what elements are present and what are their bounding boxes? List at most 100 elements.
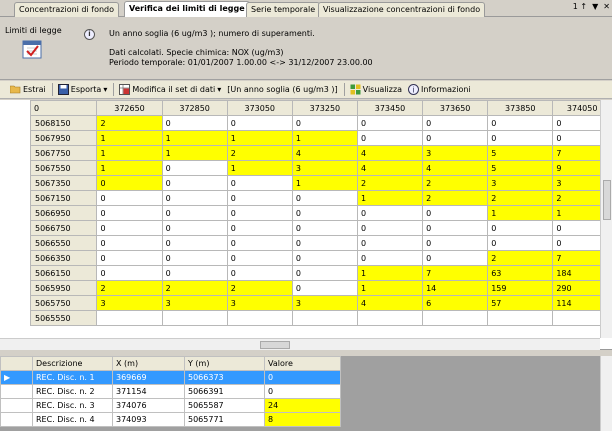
receptor-row[interactable]: ▶ REC. Disc. n. 1 369669 5066373 0: [0, 370, 341, 385]
grid-cell[interactable]: 0: [291, 280, 358, 296]
receptor-cell-x[interactable]: 369669: [112, 370, 185, 385]
esporta-button[interactable]: Esporta ▾: [57, 84, 107, 95]
receptor-cell-val[interactable]: 8: [264, 412, 341, 427]
tab-visualizzazione[interactable]: Visualizzazione concentrazioni di fondo: [318, 2, 486, 17]
grid-cell[interactable]: 0: [291, 250, 358, 266]
receptors-column-header[interactable]: X (m): [112, 356, 185, 371]
grid-cell[interactable]: 2: [356, 175, 424, 191]
grid-cell[interactable]: 0: [96, 235, 163, 251]
grid-row-header[interactable]: 5066950: [29, 205, 98, 221]
grid-cell[interactable]: 1: [291, 130, 358, 146]
grid-horizontal-scrollbar[interactable]: [0, 338, 600, 350]
grid-row-header[interactable]: 5066750: [29, 220, 98, 236]
grid-cell[interactable]: 0: [161, 205, 228, 221]
grid-cell[interactable]: 3: [291, 295, 358, 311]
grid-cell[interactable]: 0: [161, 175, 228, 191]
grid-cell[interactable]: 1: [226, 130, 293, 146]
grid-cell[interactable]: 0: [291, 265, 358, 281]
grid-cell[interactable]: 3: [161, 295, 228, 311]
grid-cell[interactable]: 3: [96, 295, 163, 311]
grid-cell[interactable]: 0: [161, 220, 228, 236]
grid-row-header[interactable]: 5066150: [29, 265, 98, 281]
tab-concentrazioni-di-fondo[interactable]: Concentrazioni di fondo: [14, 2, 120, 17]
grid-cell[interactable]: 4: [422, 160, 489, 176]
grid-cell[interactable]: 3: [291, 160, 358, 176]
grid-cell[interactable]: 0: [96, 205, 163, 221]
grid-cell[interactable]: 0: [226, 175, 293, 191]
grid-cell[interactable]: [161, 310, 228, 326]
grid-cell[interactable]: 0: [291, 190, 358, 206]
receptor-cell-desc[interactable]: REC. Disc. n. 4: [32, 412, 113, 427]
grid-cell[interactable]: 0: [356, 130, 424, 146]
grid-cell[interactable]: 0: [422, 250, 489, 266]
grid-column-header[interactable]: 373250: [291, 100, 358, 116]
grid-cell[interactable]: 0: [226, 235, 293, 251]
grid-row-header[interactable]: 5067350: [29, 175, 98, 191]
grid-cell[interactable]: 1: [96, 130, 163, 146]
row-indicator[interactable]: ▶: [0, 370, 33, 385]
grid-cell[interactable]: 0: [96, 175, 163, 191]
grid-row-header[interactable]: 5067550: [29, 160, 98, 176]
grid-cell[interactable]: 4: [356, 160, 424, 176]
dropdown-icon[interactable]: ▼: [592, 2, 598, 11]
grid-cell[interactable]: 14: [422, 280, 489, 296]
grid-row-header[interactable]: 5067750: [29, 145, 98, 161]
grid-cell[interactable]: 0: [356, 205, 424, 221]
grid-cell[interactable]: 2: [422, 190, 489, 206]
row-indicator[interactable]: [0, 384, 33, 399]
grid-cell[interactable]: 2: [226, 145, 293, 161]
tab-verifica-limiti[interactable]: Verifica dei limiti di legge: [124, 1, 250, 17]
visualizza-button[interactable]: Visualizza: [350, 84, 402, 95]
grid-cell[interactable]: 1: [356, 190, 424, 206]
receptor-cell-x[interactable]: 374076: [112, 398, 185, 413]
grid-cell[interactable]: 4: [356, 145, 424, 161]
grid-column-header[interactable]: 372850: [161, 100, 228, 116]
grid-cell[interactable]: 0: [96, 220, 163, 236]
grid-cell[interactable]: 2: [96, 115, 163, 131]
grid-row-header[interactable]: 5066550: [29, 235, 98, 251]
grid-cell[interactable]: 1: [226, 160, 293, 176]
grid-cell[interactable]: 0: [161, 115, 228, 131]
grid-cell[interactable]: 0: [487, 115, 554, 131]
grid-cell[interactable]: 0: [291, 205, 358, 221]
receptor-cell-desc[interactable]: REC. Disc. n. 2: [32, 384, 113, 399]
grid-cell[interactable]: [226, 310, 293, 326]
grid-cell[interactable]: 1: [487, 205, 554, 221]
close-icon[interactable]: ✕: [603, 2, 610, 11]
grid-cell[interactable]: 0: [422, 235, 489, 251]
grid-cell[interactable]: 1: [96, 145, 163, 161]
grid-cell[interactable]: 0: [487, 130, 554, 146]
grid-cell[interactable]: 0: [96, 190, 163, 206]
grid-cell[interactable]: [291, 310, 358, 326]
grid-row-header[interactable]: 5065950: [29, 280, 98, 296]
grid-cell[interactable]: 0: [291, 115, 358, 131]
informazioni-button[interactable]: i Informazioni: [408, 84, 471, 95]
grid-cell[interactable]: 2: [96, 280, 163, 296]
grid-cell[interactable]: 1: [291, 175, 358, 191]
grid-column-header[interactable]: 373450: [356, 100, 424, 116]
grid-column-header[interactable]: 373850: [487, 100, 554, 116]
grid-cell[interactable]: 0: [487, 235, 554, 251]
grid-cell[interactable]: 1: [161, 145, 228, 161]
grid-cell[interactable]: 0: [226, 265, 293, 281]
receptor-cell-y[interactable]: 5065771: [184, 412, 265, 427]
grid-cell[interactable]: 5: [487, 160, 554, 176]
tab-serie-temporale[interactable]: Serie temporale: [246, 2, 321, 17]
receptor-cell-x[interactable]: 374093: [112, 412, 185, 427]
receptors-column-header[interactable]: Descrizione: [32, 356, 113, 371]
grid-row-header[interactable]: 5068150: [29, 115, 98, 131]
grid-cell[interactable]: 0: [96, 250, 163, 266]
scroll-thumb[interactable]: [603, 180, 611, 220]
receptor-cell-val[interactable]: 24: [264, 398, 341, 413]
grid-cell[interactable]: 0: [487, 220, 554, 236]
grid-row-header[interactable]: 5067150: [29, 190, 98, 206]
grid-cell[interactable]: [356, 310, 424, 326]
grid-cell[interactable]: [487, 310, 554, 326]
grid-cell[interactable]: 2: [487, 250, 554, 266]
grid-cell[interactable]: 0: [356, 220, 424, 236]
receptors-column-header[interactable]: Valore: [264, 356, 341, 371]
grid-cell[interactable]: 1: [356, 265, 424, 281]
grid-cell[interactable]: 0: [161, 190, 228, 206]
receptor-row[interactable]: REC. Disc. n. 3 374076 5065587 24: [0, 398, 341, 413]
grid-cell[interactable]: 3: [487, 175, 554, 191]
